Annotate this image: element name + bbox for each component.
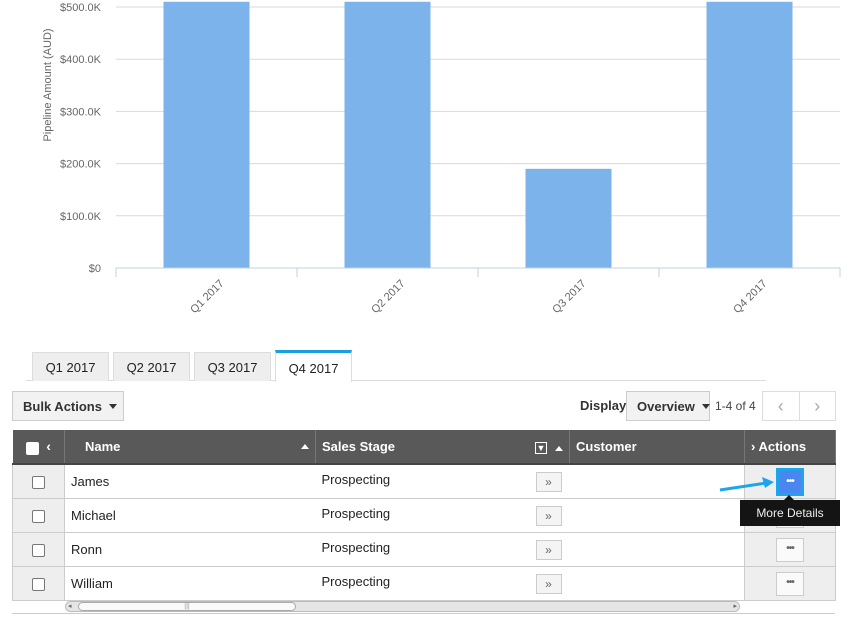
sales-stage-cell: Prospecting »: [315, 464, 570, 499]
y-tick-label: $300.0K: [60, 106, 102, 118]
row-checkbox[interactable]: [32, 544, 45, 558]
customer-cell: [569, 498, 745, 533]
scroll-left-icon[interactable]: ◂: [68, 602, 72, 610]
expand-right-icon[interactable]: ›: [751, 439, 755, 454]
bar-q1-2017: [163, 1, 250, 269]
sales-stage-value: Prospecting: [321, 573, 391, 589]
column-header-actions: › Actions: [744, 430, 836, 465]
customer-cell: [569, 566, 745, 601]
name-cell[interactable]: Ronn: [64, 532, 316, 567]
actions-header-label: Actions: [758, 439, 807, 454]
sort-asc-icon[interactable]: [555, 446, 563, 451]
table-header-row: ‹ Name Sales Stage ▼ Customer › Actions: [12, 430, 836, 465]
sales-stage-header-label: Sales Stage: [322, 439, 395, 454]
tab-q3-2017[interactable]: Q3 2017: [194, 352, 271, 381]
row-select-cell: [12, 532, 65, 567]
actions-cell: •••: [744, 566, 836, 601]
row-checkbox[interactable]: [32, 510, 45, 524]
column-header-sales-stage[interactable]: Sales Stage ▼: [315, 430, 570, 465]
pointer-arrow-icon: [719, 477, 774, 492]
scroll-right-icon[interactable]: ▸: [733, 602, 737, 610]
x-tick-label: Q4 2017: [731, 278, 769, 316]
advance-stage-button[interactable]: »: [535, 505, 562, 526]
records-table: ‹ Name Sales Stage ▼ Customer › Actions: [12, 430, 836, 601]
sales-stage-value: Prospecting: [321, 471, 391, 487]
more-details-button[interactable]: •••: [776, 467, 804, 496]
scrollbar-thumb[interactable]: |||: [78, 602, 296, 611]
bar-q4-2017: [706, 1, 793, 269]
filter-icon[interactable]: ▼: [535, 442, 547, 454]
table-row: William Prospecting » •••: [12, 566, 836, 601]
caret-down-icon: [701, 403, 710, 409]
next-page-button[interactable]: ›: [800, 392, 836, 420]
y-tick-label: $200.0K: [60, 159, 102, 171]
select-all-checkbox[interactable]: [25, 441, 39, 455]
sales-stage-value: Prospecting: [321, 539, 391, 555]
horizontal-scrollbar[interactable]: ◂ ||| ▸: [65, 601, 740, 612]
customer-header-label: Customer: [576, 439, 637, 454]
table-row: Michael Prospecting» •••: [12, 498, 836, 533]
select-all-header: ‹: [12, 430, 65, 465]
tab-q4-2017[interactable]: Q4 2017: [275, 350, 352, 382]
row-checkbox[interactable]: [32, 476, 45, 490]
pager: ‹ ›: [762, 391, 836, 421]
advance-stage-button[interactable]: »: [535, 539, 562, 560]
row-select-cell: [12, 498, 65, 533]
sort-asc-icon[interactable]: [301, 444, 309, 449]
table-bottom-divider: [12, 613, 835, 614]
tab-q1-2017[interactable]: Q1 2017: [32, 352, 109, 381]
y-axis-title: Pipeline Amount (AUD): [42, 28, 54, 141]
display-label: Display: [580, 398, 627, 413]
tab-q2-2017[interactable]: Q2 2017: [113, 352, 190, 381]
y-tick-label: $100.0K: [60, 211, 102, 223]
y-tick-label: $500.0K: [60, 2, 102, 14]
x-tick-label: Q2 2017: [369, 278, 407, 316]
column-header-customer[interactable]: Customer: [569, 430, 745, 465]
name-cell[interactable]: Michael: [64, 498, 316, 533]
bulk-actions-label: Bulk Actions: [23, 398, 102, 414]
y-tick-label: $0: [89, 263, 101, 275]
row-checkbox[interactable]: [32, 578, 45, 592]
collapse-left-icon[interactable]: ‹: [46, 438, 51, 454]
name-cell[interactable]: James: [64, 464, 316, 499]
advance-stage-button[interactable]: »: [535, 573, 562, 594]
name-header-label: Name: [85, 439, 121, 454]
page-count: 1-4 of 4: [715, 399, 756, 413]
sales-stage-cell: Prospecting »: [315, 566, 570, 601]
actions-cell: •••: [744, 532, 836, 567]
advance-stage-button[interactable]: »: [535, 471, 562, 492]
customer-cell: [569, 532, 745, 567]
more-details-tooltip: More Details: [740, 495, 840, 526]
x-tick-label: Q3 2017: [550, 278, 588, 316]
row-select-cell: [12, 464, 65, 499]
sales-stage-value: Prospecting: [321, 505, 391, 521]
sales-stage-cell: Prospecting »: [315, 498, 570, 533]
bulk-actions-button[interactable]: Bulk Actions: [12, 391, 124, 421]
y-tick-label: $400.0K: [60, 54, 102, 66]
row-select-cell: [12, 566, 65, 601]
sales-stage-cell: Prospecting »: [315, 532, 570, 567]
name-cell[interactable]: William: [64, 566, 316, 601]
bar-q2-2017: [344, 1, 431, 269]
table-row: Ronn Prospecting » •••: [12, 532, 836, 567]
x-tick-label: Q1 2017: [188, 278, 226, 316]
quarter-tabs: Q1 2017 Q2 2017 Q3 2017 Q4 2017: [32, 350, 356, 382]
more-details-button[interactable]: •••: [776, 571, 804, 596]
table-row: James Prospecting » •••: [12, 464, 836, 499]
prev-page-button[interactable]: ‹: [763, 392, 800, 420]
pipeline-bar-chart: $0 $100.0K $200.0K $300.0K $400.0K $500.0K Pip…: [42, 1, 841, 316]
column-header-name[interactable]: Name: [64, 430, 316, 465]
display-select-value: Overview: [637, 398, 695, 414]
bar-q3-2017: [525, 168, 612, 268]
caret-down-icon: [108, 403, 117, 409]
more-details-button[interactable]: •••: [776, 537, 804, 562]
display-select[interactable]: Overview: [626, 391, 710, 421]
